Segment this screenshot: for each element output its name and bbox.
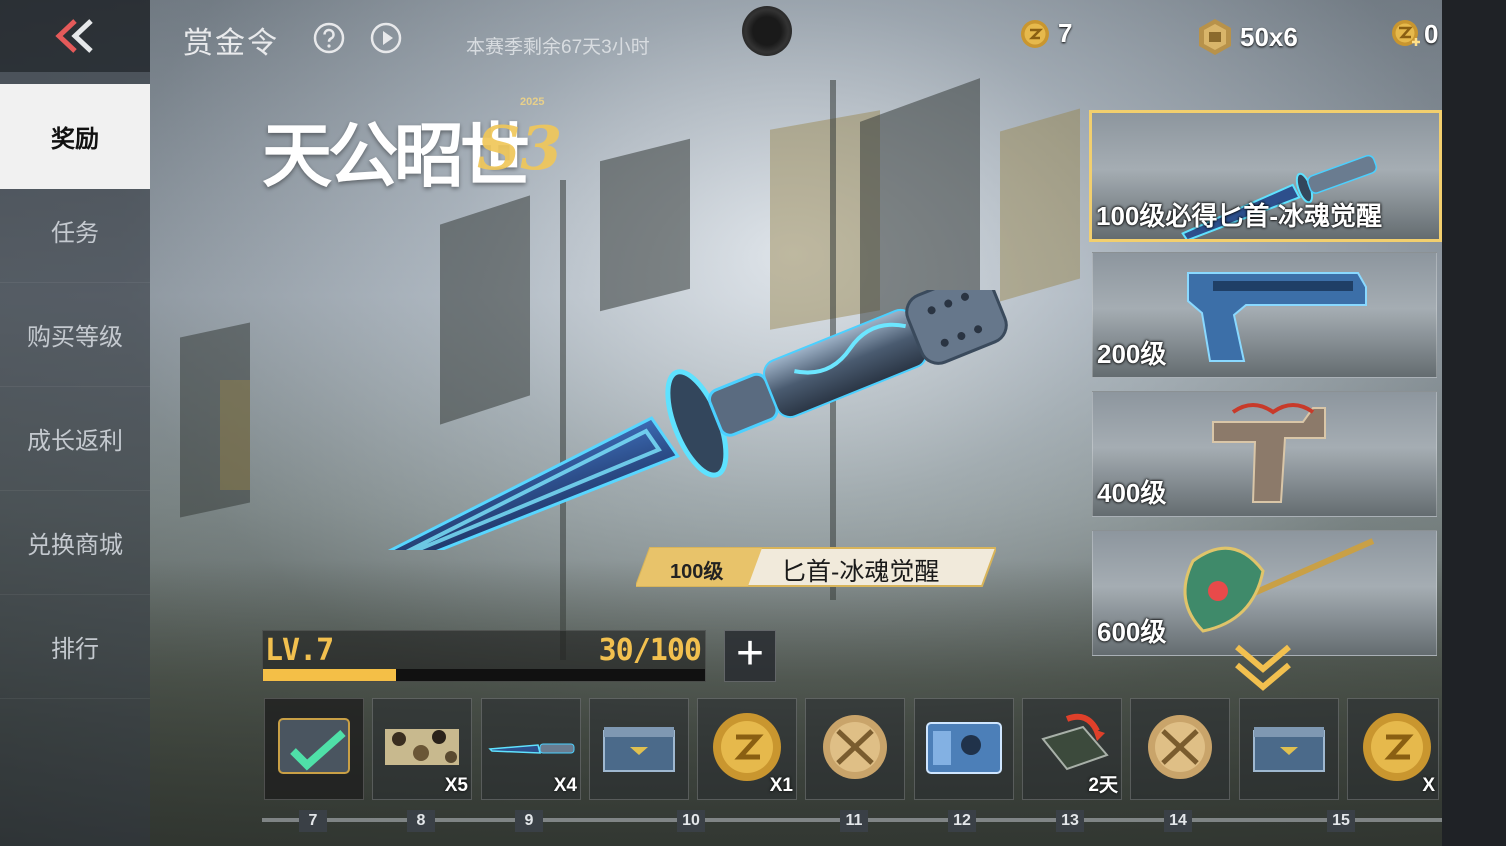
double-chevron-left-icon (55, 19, 93, 53)
level-progress-text: 30/100 (598, 633, 702, 668)
reward-slot[interactable] (914, 698, 1014, 800)
reward-card-100[interactable]: 100级必得匕首-冰魂觉醒 (1089, 110, 1442, 242)
currency-value: 0 (1424, 18, 1439, 49)
sidebar-item-ranking[interactable]: 排行 (0, 594, 150, 699)
blue-card-icon (926, 722, 1002, 774)
reward-slot[interactable] (264, 698, 364, 800)
sidebar-item-buy-level[interactable]: 购买等级 (0, 282, 150, 387)
track-level-number: 9 (515, 810, 543, 832)
sidebar-item-label: 任务 (51, 219, 99, 247)
track-level-number: 13 (1056, 810, 1084, 832)
reward-slot[interactable] (1130, 698, 1230, 800)
reward-slot-qty: X4 (553, 775, 577, 796)
sidebar-item-exchange-store[interactable]: 兑换商城 (0, 490, 150, 595)
reward-slot[interactable]: X4 (481, 698, 581, 800)
back-button[interactable] (0, 0, 150, 72)
track-level-number: 14 (1164, 810, 1192, 832)
claimed-card-icon (278, 718, 350, 774)
reward-card-400[interactable]: 400级 (1092, 391, 1437, 517)
sidebar-item-growth-rebate[interactable]: 成长返利 (0, 386, 150, 491)
currency-gold-coin: 7 (1020, 18, 1072, 49)
reward-slot-qty: 2天 (1088, 775, 1118, 796)
sidebar-item-rewards[interactable]: 奖励 (0, 84, 150, 189)
featured-item-plate: 100级 匕首-冰魂觉醒 (636, 546, 996, 588)
featured-item-name: 匕首-冰魂觉醒 (781, 558, 940, 586)
track-level-number: 15 (1327, 810, 1355, 832)
bronze-medal-icon (1199, 19, 1231, 55)
reward-slot-qty: X (1422, 775, 1435, 796)
season-logo: 天公昭世 S3 2025 (262, 92, 572, 197)
currency-medal: 50x6 (1198, 18, 1298, 56)
reward-slot[interactable] (1239, 698, 1339, 800)
background-flag (1000, 108, 1080, 302)
background-flag (600, 138, 690, 312)
expand-chevron-down-icon[interactable] (1233, 643, 1293, 693)
sidebar-item-label: 奖励 (51, 125, 99, 153)
level-progress-bar: LV.7 30/100 (262, 630, 706, 682)
track-level-number: 11 (840, 810, 868, 832)
reward-slot[interactable]: 2天 (1022, 698, 1122, 800)
reward-slot[interactable] (805, 698, 905, 800)
play-icon[interactable] (370, 22, 402, 54)
track-level-number: 10 (677, 810, 705, 832)
reward-slot[interactable]: X (1347, 698, 1439, 800)
reward-slot[interactable]: X1 (697, 698, 797, 800)
sidebar: 奖励 任务 购买等级 成长返利 兑换商城 排行 (0, 0, 150, 846)
level-progress-fill (263, 669, 396, 681)
reward-slot[interactable]: X5 (372, 698, 472, 800)
camera-cutout (742, 6, 792, 56)
reward-slot[interactable] (589, 698, 689, 800)
season-logo-number: S3 (477, 114, 563, 184)
screen-edge (1442, 0, 1506, 846)
page-title: 赏金令 (183, 27, 279, 60)
level-progress-track (263, 669, 705, 681)
season-logo-year: 2025 (520, 96, 545, 108)
gold-coin-icon (1021, 19, 1049, 48)
featured-item-level: 100级 (670, 561, 724, 583)
help-icon[interactable] (313, 22, 345, 54)
reward-card-label: 600级 (1097, 617, 1167, 647)
buy-level-button[interactable]: + (724, 630, 776, 682)
reward-card-200[interactable]: 200级 (1092, 252, 1437, 378)
sidebar-item-label: 排行 (51, 635, 99, 663)
sidebar-item-tasks[interactable]: 任务 (0, 178, 150, 283)
supply-crate-icon (1253, 727, 1325, 772)
crossed-rifles-medal-icon (823, 715, 887, 779)
sidebar-item-label: 购买等级 (27, 323, 123, 351)
reward-card-label: 100级必得匕首-冰魂觉醒 (1096, 201, 1383, 231)
supply-crate-icon (603, 727, 675, 772)
gold-ticket-icon (1392, 20, 1420, 46)
reward-card-600[interactable]: 600级 (1092, 530, 1437, 656)
track-level-number: 12 (948, 810, 976, 832)
level-label: LV.7 (265, 633, 334, 668)
sidebar-item-label: 兑换商城 (27, 531, 123, 559)
ice-soul-dagger-icon (280, 290, 1008, 550)
currency-ticket: 0 (1390, 18, 1438, 50)
track-level-number: 8 (407, 810, 435, 832)
season-remaining-text: 本赛季剩余67天3小时 (466, 37, 650, 58)
track-level-number: 7 (299, 810, 327, 832)
reward-card-label: 200级 (1097, 339, 1167, 369)
currency-value: 7 (1058, 18, 1073, 48)
reward-card-label: 400级 (1097, 478, 1167, 508)
currency-value: 50x6 (1240, 21, 1298, 52)
crossed-rifles-medal-icon (1148, 715, 1212, 779)
reward-slot-qty: X5 (444, 775, 468, 796)
reward-slot-qty: X1 (769, 775, 793, 796)
sidebar-item-label: 成长返利 (27, 427, 123, 455)
